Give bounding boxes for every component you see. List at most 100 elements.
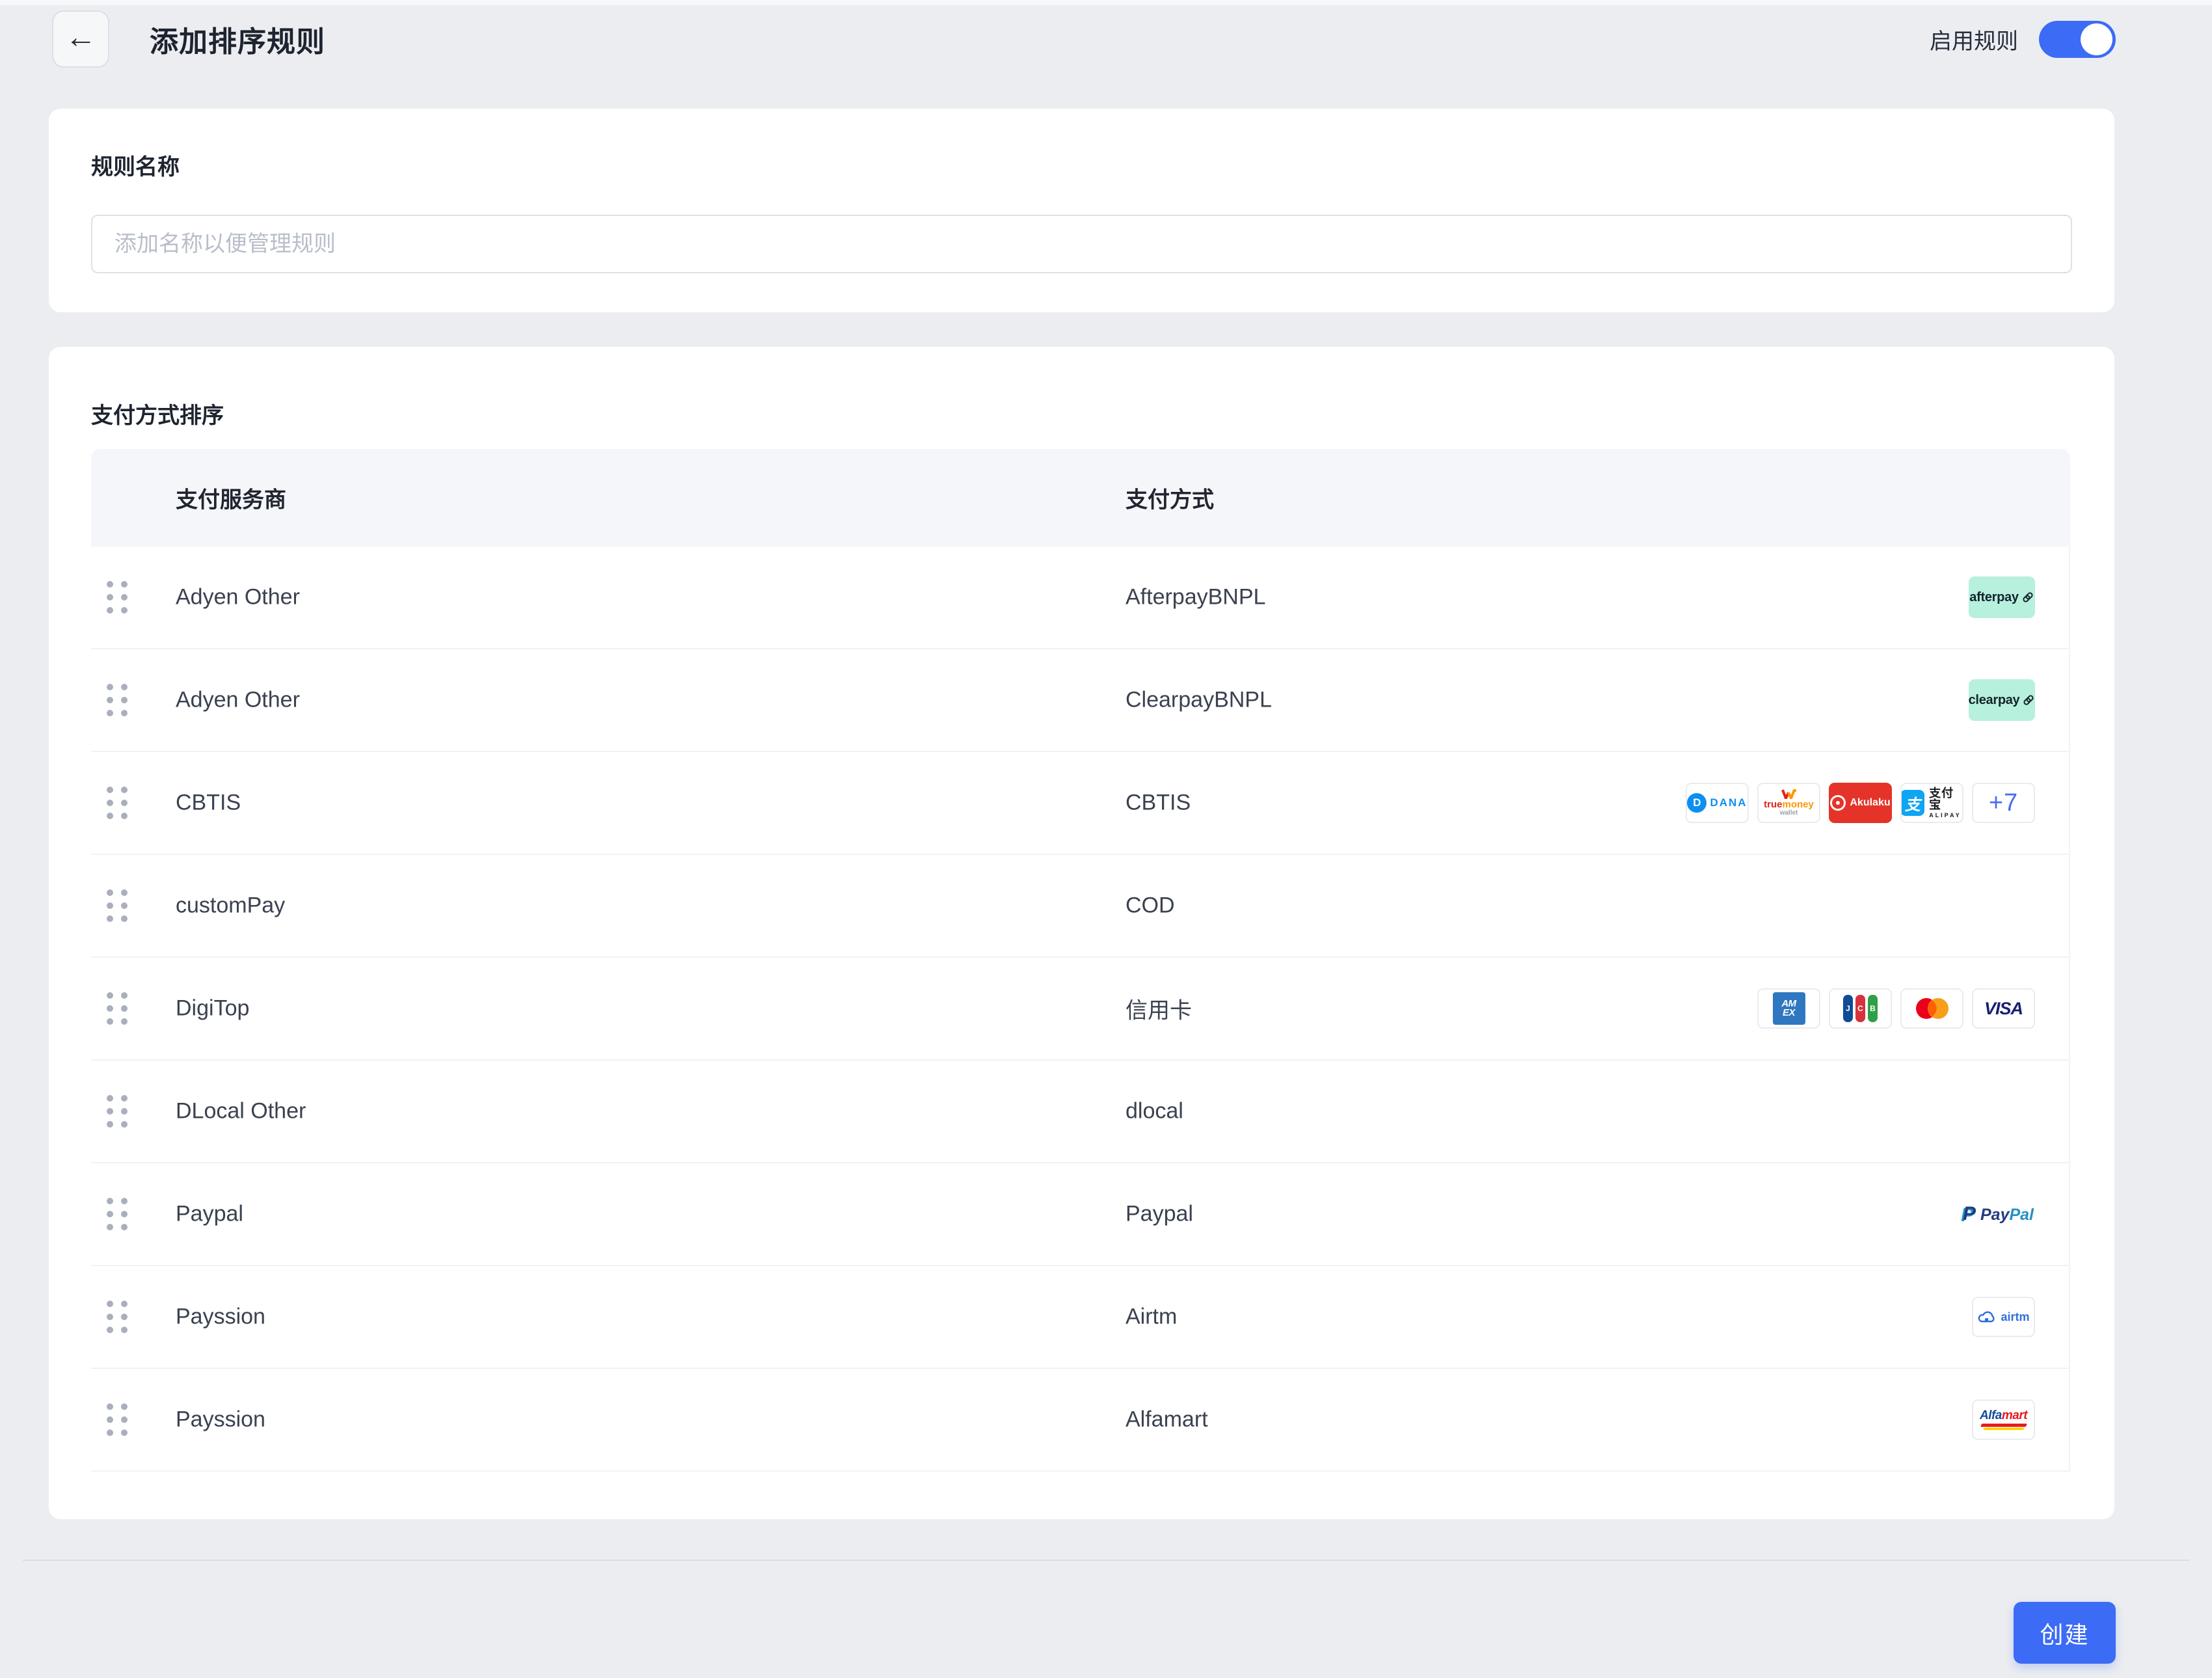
drag-dot: [107, 1095, 113, 1102]
drag-dot: [107, 1018, 113, 1025]
drag-dot: [107, 813, 113, 819]
page-title: 添加排序规则: [150, 18, 325, 60]
enable-rule-toggle[interactable]: [2039, 21, 2116, 58]
drag-dot: [107, 710, 113, 716]
jcb-badge: JCB: [1829, 988, 1892, 1029]
enable-rule-label: 启用规则: [1930, 23, 2018, 55]
paypal-pal-text: Pal: [2009, 1206, 2034, 1225]
drag-dot: [121, 1224, 128, 1230]
provider-cell: Adyen Other: [176, 688, 300, 713]
provider-cell: DLocal Other: [176, 1099, 306, 1124]
app-bar: ← 添加排序规则 启用规则: [52, 7, 2116, 72]
column-header-method: 支付方式: [1126, 482, 1214, 514]
method-cell: dlocal: [1126, 1099, 1183, 1124]
drag-dot: [107, 581, 113, 588]
akulaku-circle-icon: [1830, 795, 1846, 811]
drag-dot: [107, 1108, 113, 1115]
alfamart-mart-text: mart: [2002, 1409, 2027, 1422]
alipay-logo: 支支付宝 ALIPAY: [1900, 787, 1963, 819]
table-row: DigiTop信用卡AMEXJCBVISA: [91, 958, 2069, 1061]
drag-dot: [107, 787, 113, 793]
add-sorting-rule-page: ← 添加排序规则 启用规则 规则名称 支付方式排序 支付服务商 支付方式 Ady…: [0, 0, 2212, 1678]
drag-dot: [107, 1301, 113, 1307]
provider-cell: DigiTop: [176, 996, 249, 1022]
drag-handle-icon[interactable]: [107, 787, 128, 819]
drag-handle-icon[interactable]: [107, 1095, 128, 1128]
table-row: PaypalPaypalPPayPal: [91, 1163, 2069, 1266]
create-button[interactable]: 创建: [2014, 1602, 2116, 1664]
back-arrow-icon: ←: [65, 22, 96, 53]
alipay-en-text: ALIPAY: [1929, 813, 1963, 819]
airtm-badge: airtm: [1972, 1297, 2035, 1337]
method-cell: COD: [1126, 893, 1175, 919]
drag-dot: [107, 1121, 113, 1128]
airtm-cloud-icon: [1977, 1310, 1997, 1324]
drag-handle-icon[interactable]: [107, 889, 128, 922]
drag-dot: [121, 915, 128, 922]
drag-handle-icon[interactable]: [107, 684, 128, 716]
drag-dot: [121, 1108, 128, 1115]
alipay-cn-text: 支付宝: [1929, 787, 1963, 811]
mastercard-badge: [1900, 988, 1963, 1029]
method-cell: CBTIS: [1126, 791, 1191, 816]
amex-badge: AMEX: [1757, 988, 1820, 1029]
table-row: CBTISCBTISDDANAtruemoneywalletAkulaku支支付…: [91, 752, 2069, 855]
truemoney-logo-text: truemoney: [1764, 800, 1814, 809]
akulaku-badge: Akulaku: [1829, 783, 1892, 823]
alfamart-red-bar: [1980, 1424, 2027, 1427]
drag-dot: [107, 915, 113, 922]
drag-dot: [121, 992, 128, 999]
back-button[interactable]: ←: [52, 10, 109, 68]
method-cell: ClearpayBNPL: [1126, 688, 1272, 713]
visa-logo-text: VISA: [1984, 999, 2023, 1019]
drag-handle-icon[interactable]: [107, 992, 128, 1025]
clearpay-logo-text: clearpay: [1969, 693, 2035, 708]
drag-handle-icon[interactable]: [107, 1403, 128, 1436]
alipay-glyph-icon: 支: [1900, 790, 1924, 816]
drag-dot: [121, 710, 128, 716]
drag-dot: [121, 594, 128, 601]
table-row: Payssion Airtm airtm: [91, 1266, 2069, 1369]
appbar-right: 启用规则: [1930, 21, 2116, 58]
drag-dot: [107, 1403, 113, 1410]
footer-divider: [23, 1560, 2189, 1561]
payment-badges: DDANAtruemoneywalletAkulaku支支付宝ALIPAY+7: [1686, 783, 2035, 823]
rule-name-card: 规则名称: [49, 109, 2114, 312]
jcb-stripe-c: C: [1855, 995, 1865, 1022]
drag-dot: [107, 1416, 113, 1423]
table-row: Adyen OtherAfterpayBNPLafterpay: [91, 547, 2069, 649]
payment-table: 支付服务商 支付方式 Adyen OtherAfterpayBNPLafterp…: [91, 449, 2070, 1472]
drag-dot: [121, 1198, 128, 1204]
table-row: PayssionAlfamartAlfamart: [91, 1369, 2069, 1472]
jcb-stripe-b: B: [1868, 995, 1878, 1022]
drag-dot: [107, 697, 113, 703]
drag-dot: [121, 1211, 128, 1217]
payment-badges: clearpay: [1969, 679, 2035, 721]
top-strip: [0, 0, 2212, 5]
clearpay-loop-icon: [2019, 691, 2035, 709]
provider-cell: Payssion: [176, 1305, 265, 1330]
paypal-pay-text: Pay: [1980, 1206, 2009, 1225]
alipay-text-stack: 支付宝 ALIPAY: [1929, 787, 1963, 819]
drag-handle-icon[interactable]: [107, 1301, 128, 1333]
rule-name-input[interactable]: [91, 215, 2072, 273]
drag-dot: [107, 607, 113, 614]
visa-badge: VISA: [1972, 988, 2035, 1029]
drag-dot: [121, 1403, 128, 1410]
dana-logo: DDANA: [1687, 793, 1747, 813]
amex-logo: AMEX: [1773, 992, 1805, 1025]
drag-dot: [107, 800, 113, 806]
payment-badges: PPayPal: [1962, 1194, 2035, 1234]
provider-cell: CBTIS: [176, 791, 241, 816]
drag-dot: [121, 800, 128, 806]
drag-handle-icon[interactable]: [107, 581, 128, 614]
drag-dot: [121, 813, 128, 819]
method-cell: Airtm: [1126, 1305, 1177, 1330]
drag-handle-icon[interactable]: [107, 1198, 128, 1230]
drag-dot: [107, 992, 113, 999]
paypal-badge: PPayPal: [1962, 1194, 2035, 1234]
akulaku-logo: Akulaku: [1830, 795, 1890, 811]
drag-dot: [121, 787, 128, 793]
table-row: Adyen Other ClearpayBNPL clearpay: [91, 649, 2069, 752]
drag-dot: [121, 697, 128, 703]
